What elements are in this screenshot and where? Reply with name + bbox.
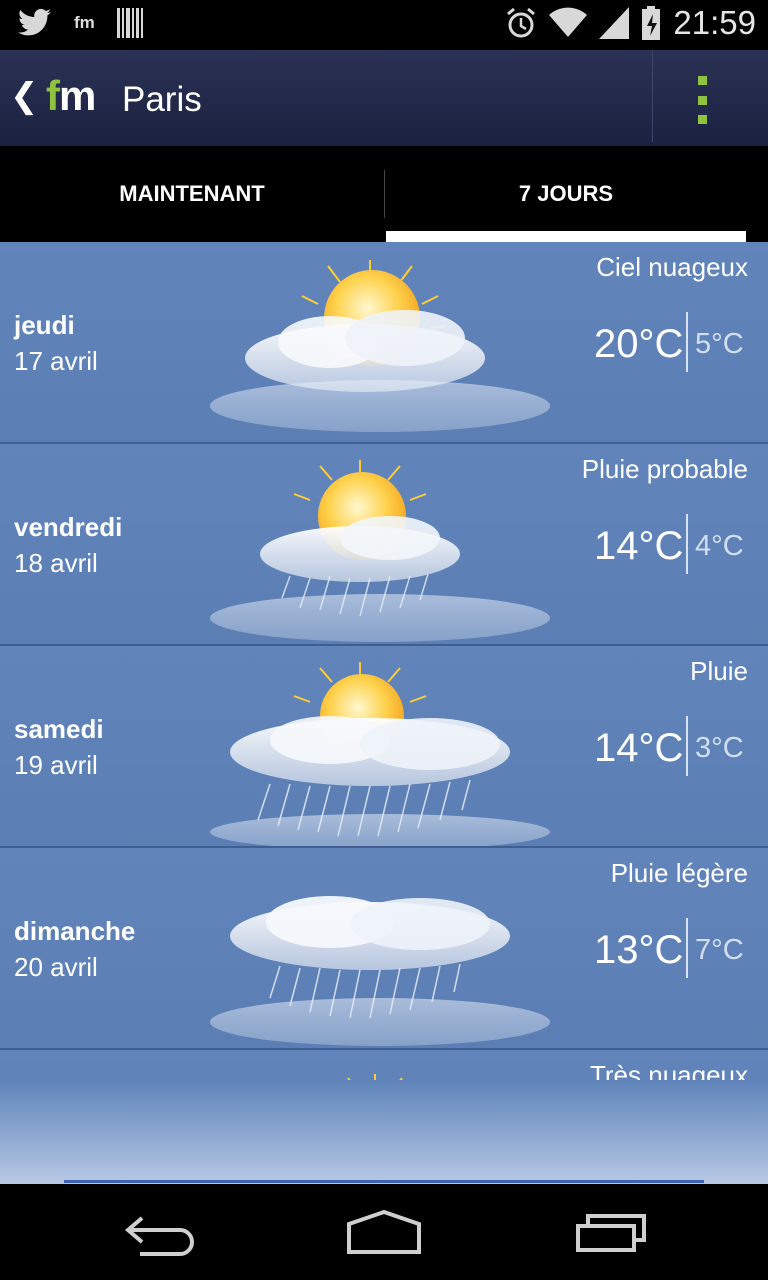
low-temperature: 3°C bbox=[695, 732, 744, 764]
temperature-separator bbox=[686, 918, 688, 978]
forecast-row[interactable]: jeudi 17 avril Ciel nuageux 20°C 5°C bbox=[0, 242, 768, 444]
fm-notification-icon: fm bbox=[74, 13, 95, 32]
tab-maintenant[interactable]: MAINTENANT bbox=[0, 146, 384, 242]
high-temperature: 14°C bbox=[594, 524, 684, 568]
day-name: dimanche bbox=[14, 916, 136, 946]
city-title: Paris bbox=[122, 80, 202, 119]
back-chevron-icon[interactable]: ❮ bbox=[10, 76, 39, 116]
tab-7-jours[interactable]: 7 JOURS bbox=[386, 146, 746, 242]
day-name: jeudi bbox=[14, 310, 75, 340]
tab-bar: MAINTENANT 7 JOURS bbox=[0, 146, 768, 242]
twitter-icon bbox=[18, 8, 51, 36]
forecast-row[interactable]: dimanche 20 avril Pluie légère 13°C 7°C bbox=[0, 848, 768, 1050]
barcode-icon bbox=[116, 8, 143, 38]
recent-apps-icon[interactable] bbox=[566, 1204, 656, 1260]
high-temperature: 13°C bbox=[594, 928, 684, 972]
status-bar: fm 21:59 bbox=[0, 0, 768, 50]
cloud-rain-icon bbox=[210, 896, 550, 1046]
overflow-menu-icon[interactable] bbox=[690, 76, 714, 124]
day-date: 18 avril bbox=[14, 548, 98, 578]
wifi-icon bbox=[549, 7, 588, 37]
temperature-separator bbox=[686, 514, 688, 574]
low-temperature: 7°C bbox=[695, 934, 744, 966]
action-divider bbox=[652, 50, 653, 142]
list-fade-overlay bbox=[0, 1080, 768, 1184]
day-date: 19 avril bbox=[14, 750, 98, 780]
high-temperature: 14°C bbox=[594, 726, 684, 770]
forecast-row[interactable]: vendredi 18 avril Pluie probable 14°C 4°… bbox=[0, 444, 768, 646]
clock: 21:59 bbox=[673, 4, 756, 41]
sun-cloud-rain-icon bbox=[210, 460, 550, 642]
back-icon[interactable] bbox=[116, 1204, 206, 1260]
tab-divider bbox=[384, 170, 385, 218]
battery-charging-icon bbox=[642, 6, 661, 40]
logo-letter-m: m bbox=[59, 72, 96, 119]
sun-cloud-icon bbox=[210, 260, 550, 432]
forecast-list[interactable]: jeudi 17 avril Ciel nuageux 20°C 5°C ven… bbox=[0, 242, 768, 1184]
selected-tab-indicator bbox=[386, 231, 746, 242]
signal-icon bbox=[599, 7, 630, 39]
condition-label: Ciel nuageux bbox=[596, 252, 748, 282]
navigation-bar bbox=[0, 1184, 768, 1280]
day-name: vendredi bbox=[14, 512, 123, 542]
low-temperature: 5°C bbox=[695, 328, 744, 360]
low-temperature: 4°C bbox=[695, 530, 744, 562]
day-date: 17 avril bbox=[14, 346, 98, 376]
high-temperature: 20°C bbox=[594, 322, 684, 366]
forecast-row[interactable]: samedi 19 avril Pluie 14°C 3°C bbox=[0, 646, 768, 848]
temperature-separator bbox=[686, 716, 688, 776]
app-bar: ❮ fm Paris bbox=[0, 50, 768, 146]
condition-label: Pluie probable bbox=[581, 454, 748, 484]
scroll-edge-line bbox=[64, 1180, 704, 1183]
alarm-icon bbox=[507, 7, 536, 38]
condition-label: Pluie bbox=[690, 656, 748, 686]
day-name: samedi bbox=[14, 714, 104, 744]
app-logo[interactable]: fm bbox=[46, 72, 96, 120]
sun-cloud-heavy-rain-icon bbox=[210, 662, 550, 846]
home-icon[interactable] bbox=[339, 1204, 429, 1260]
day-date: 20 avril bbox=[14, 952, 98, 982]
temperature-separator bbox=[686, 312, 688, 372]
logo-letter-f: f bbox=[46, 72, 60, 119]
condition-label: Pluie légère bbox=[610, 858, 748, 888]
